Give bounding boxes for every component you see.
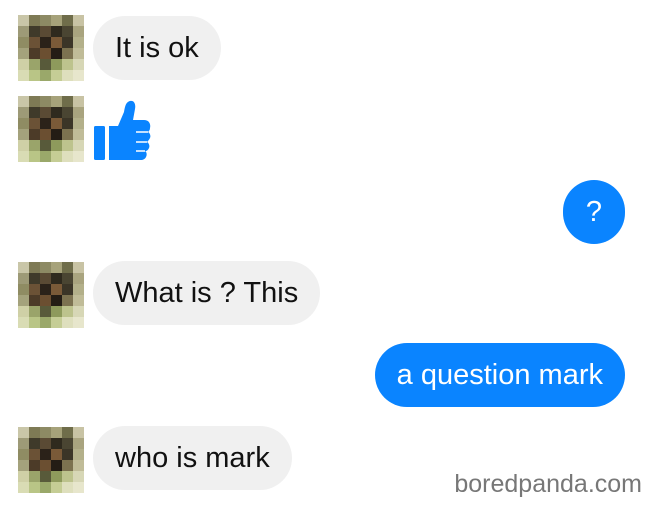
- message-text: a question mark: [396, 358, 603, 391]
- thumbs-up-icon[interactable]: [92, 96, 152, 162]
- outgoing-message-bubble[interactable]: ?: [563, 180, 625, 244]
- incoming-message-bubble[interactable]: It is ok: [93, 16, 221, 80]
- message-text: who is mark: [115, 441, 270, 474]
- contact-avatar[interactable]: [18, 262, 84, 328]
- contact-avatar[interactable]: [18, 427, 84, 493]
- incoming-message-bubble[interactable]: who is mark: [93, 426, 292, 490]
- contact-avatar[interactable]: [18, 15, 84, 81]
- message-text: It is ok: [115, 31, 199, 64]
- contact-avatar[interactable]: [18, 96, 84, 162]
- incoming-message-bubble[interactable]: What is ? This: [93, 261, 321, 325]
- message-text: What is ? This: [115, 276, 299, 309]
- watermark: boredpanda.com: [454, 470, 642, 498]
- outgoing-message-bubble[interactable]: a question mark: [374, 343, 625, 407]
- message-text: ?: [585, 195, 603, 228]
